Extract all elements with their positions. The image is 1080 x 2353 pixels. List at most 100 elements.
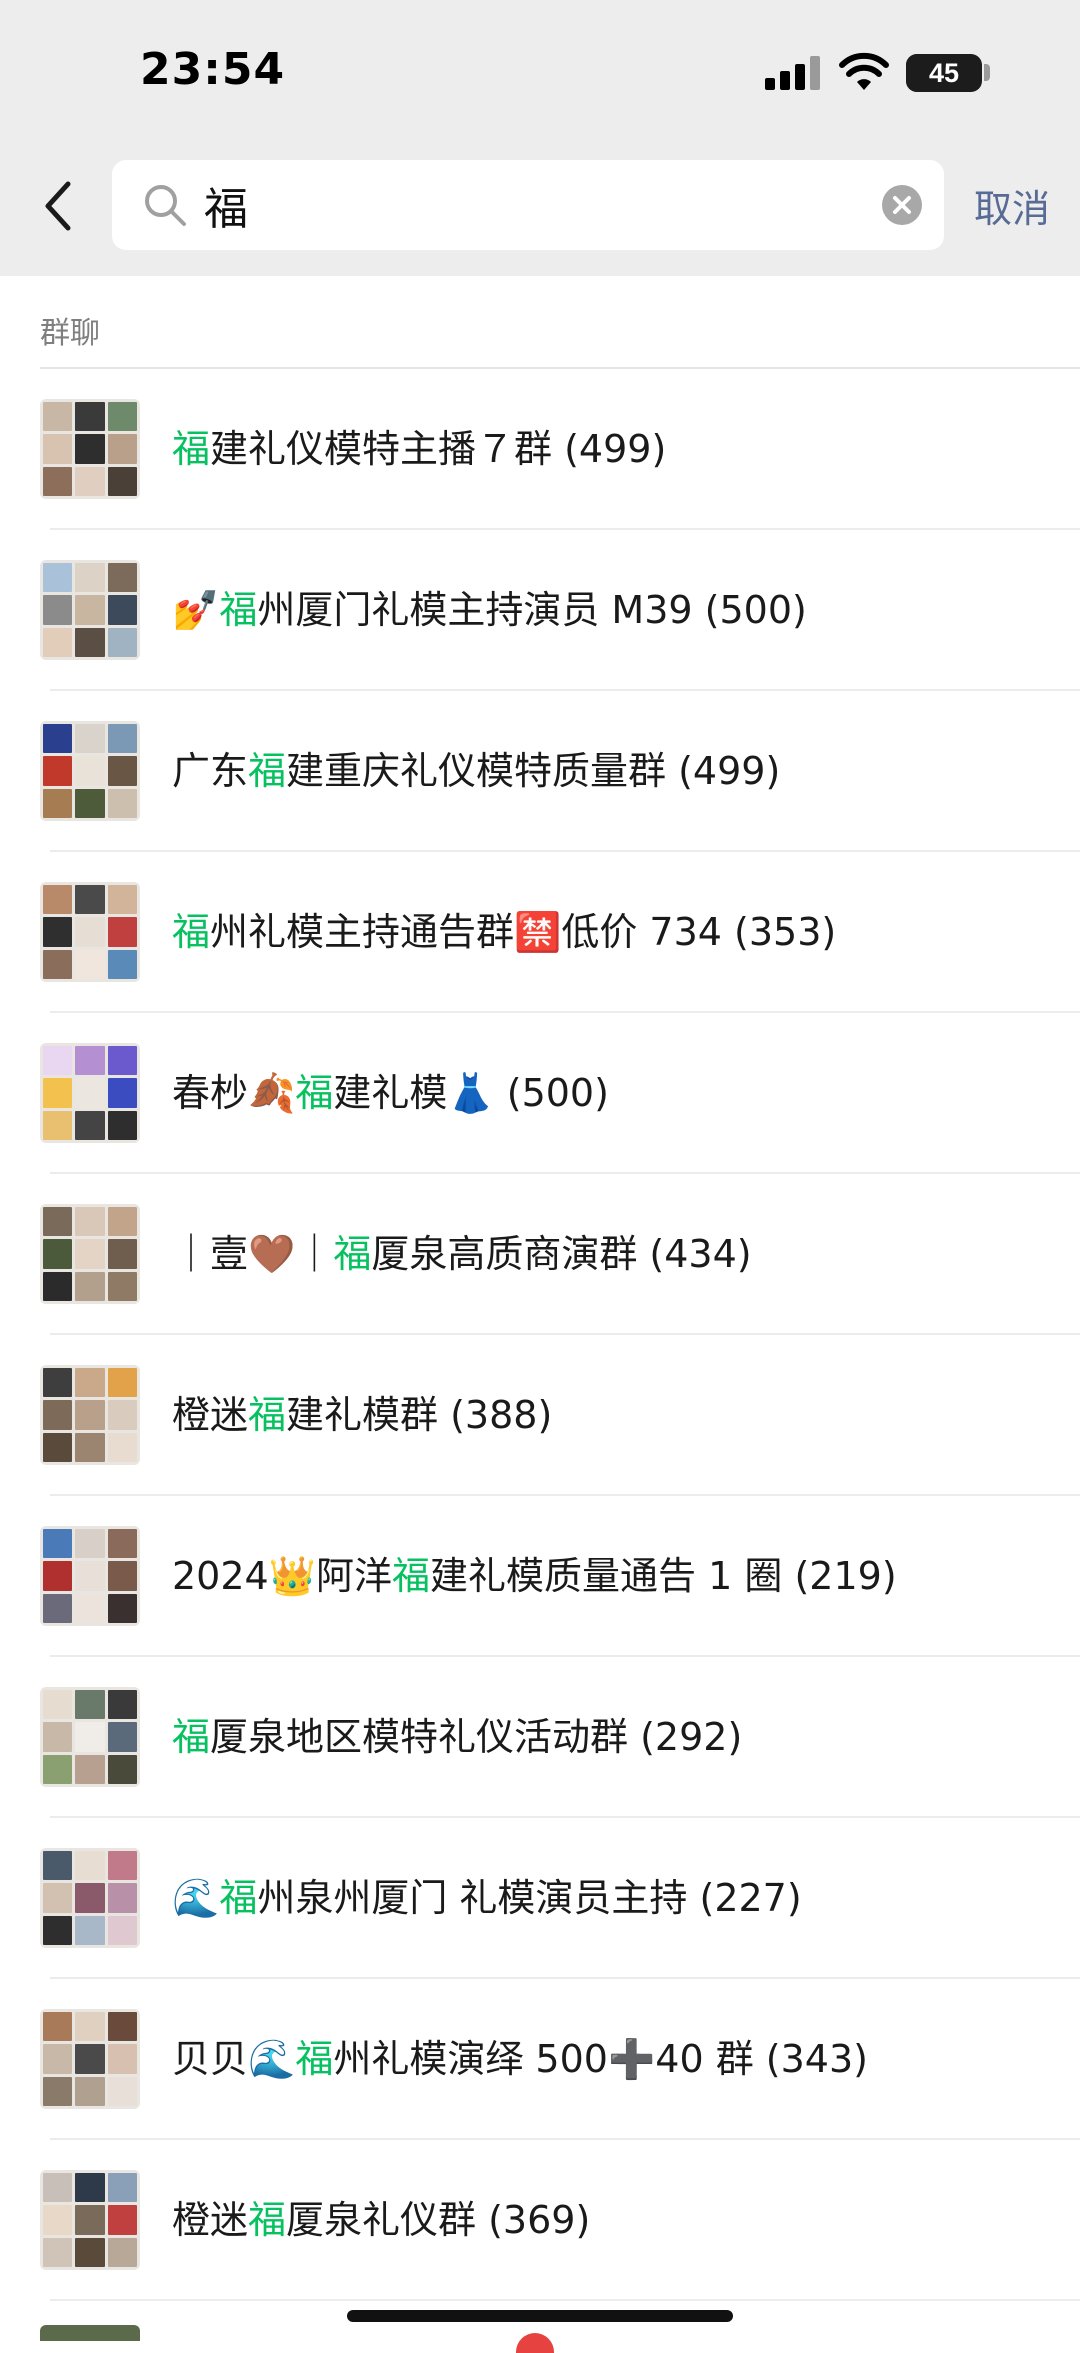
list-item[interactable]: ｜壹🤎｜福厦泉高质商演群 (434) [0,1174,1080,1335]
group-name: 橙迷福建礼模群 (388) [172,1335,552,1496]
search-match-highlight: 福 [219,1876,258,1920]
avatar-tile [75,885,105,915]
avatar-tile [43,2044,73,2074]
avatar-tile [43,1110,73,1140]
avatar-tile [107,1239,137,1269]
avatar-tile [107,1368,137,1398]
clear-search-button[interactable] [882,185,922,225]
list-item[interactable]: 💅福州厦门礼模主持演员 M39 (500) [0,530,1080,691]
search-input[interactable] [204,160,844,250]
avatar [40,1043,140,1143]
list-item[interactable]: 福厦泉地区模特礼仪活动群 (292) [0,1657,1080,1818]
avatar-tile [43,885,73,915]
avatar-tile [43,1529,73,1559]
avatar-tile [43,1883,73,1913]
group-name: 福厦泉地区模特礼仪活动群 (292) [172,1657,742,1818]
avatar-tile [75,434,105,464]
avatar-tile [43,595,73,625]
search-match-highlight: 福 [219,588,258,632]
group-name-suffix: 建重庆礼仪模特质量群 (499) [286,749,781,793]
avatar [40,882,140,982]
search-match-highlight: 福 [392,1554,431,1598]
avatar-tile [75,1690,105,1720]
group-name-prefix: 橙迷 [172,1393,249,1437]
avatar-tile [107,2237,137,2267]
avatar-tile [43,1432,73,1462]
avatar-tile [43,1593,73,1623]
avatar [40,721,140,821]
group-name: ｜壹🤎｜福厦泉高质商演群 (434) [172,1174,752,1335]
search-icon [145,185,186,226]
search-match-highlight: 福 [295,1071,334,1115]
avatar [40,1687,140,1787]
list-item[interactable]: 橙迷福厦泉礼仪群 (369) [0,2140,1080,2301]
avatar-tile [75,1851,105,1881]
group-name: 贝贝🌊福州礼模演绎 500➕40 群 (343) [172,1979,868,2140]
avatar-tile [43,917,73,947]
back-chevron-icon[interactable] [38,178,78,234]
avatar-tile [107,1046,137,1076]
avatar-tile [107,1722,137,1752]
list-item[interactable]: 🌊福州泉州厦门 礼模演员主持 (227) [0,1818,1080,1979]
avatar [40,1848,140,1948]
list-item[interactable]: 福州礼模主持通告群🈲低价 734 (353) [0,852,1080,1013]
avatar-tile [107,1851,137,1881]
avatar-tile [75,788,105,818]
cancel-button[interactable]: 取消 [974,178,1050,233]
avatar-tile [107,2173,137,2203]
avatar-tile [75,2173,105,2203]
avatar-tile [75,1110,105,1140]
avatar-tile [107,1529,137,1559]
group-name-suffix: 建礼模群 (388) [286,1393,553,1437]
group-name-suffix: 建礼模质量通告 1 圈 (219) [430,1554,897,1598]
avatar-tile [75,466,105,496]
group-name-prefix: 2024👑阿洋 [172,1554,393,1598]
group-name-suffix: 州泉州厦门 礼模演员主持 (227) [257,1876,802,1920]
avatar-tile [75,724,105,754]
avatar-tile [75,1883,105,1913]
list-item[interactable]: 2024👑阿洋福建礼模质量通告 1 圈 (219) [0,1496,1080,1657]
avatar-tile [43,1851,73,1881]
avatar-tile [43,1271,73,1301]
avatar-tile [43,627,73,657]
list-item[interactable]: 橙迷福建礼模群 (388) [0,1335,1080,1496]
avatar-tile [75,595,105,625]
avatar-tile [75,1271,105,1301]
avatar-tile [43,2205,73,2235]
group-name-suffix: 建礼模👗 (500) [333,1071,609,1115]
list-item[interactable]: 贝贝🌊福州礼模演绎 500➕40 群 (343) [0,1979,1080,2140]
list-item[interactable]: 广东福建重庆礼仪模特质量群 (499) [0,691,1080,852]
avatar-tile [75,1915,105,1945]
avatar-tile [43,724,73,754]
group-name: 广东福建重庆礼仪模特质量群 (499) [172,691,780,852]
list-item[interactable]: 福建礼仪模特主播７群 (499) [0,369,1080,530]
avatar-tile [43,1239,73,1269]
avatar [40,1204,140,1304]
group-name-suffix: 州礼模演绎 500➕40 群 (343) [333,2037,868,2081]
avatar-tile [75,1368,105,1398]
avatar-tile [75,1400,105,1430]
battery-icon: 45 [906,54,982,92]
list-item[interactable]: 春杪🍂福建礼模👗 (500) [0,1013,1080,1174]
avatar-tile [107,2205,137,2235]
avatar-tile [75,2076,105,2106]
search-bar[interactable] [112,160,944,250]
group-name-suffix: 州礼模主持通告群🈲低价 734 (353) [210,910,837,954]
avatar-tile [43,466,73,496]
avatar-tile [43,1561,73,1591]
group-name-prefix: 春杪🍂 [172,1071,296,1115]
avatar-tile [107,563,137,593]
close-icon [893,196,911,214]
avatar-tile [43,756,73,786]
group-name-suffix: 厦泉高质商演群 (434) [371,1232,752,1276]
avatar-tile [43,2012,73,2042]
group-name-prefix: 橙迷 [172,2198,249,2242]
avatar-tile [107,1400,137,1430]
avatar-tile [75,1561,105,1591]
home-indicator[interactable] [347,2310,733,2322]
wifi-icon [839,52,889,90]
avatar-tile [107,724,137,754]
cellular-signal-icon [765,56,821,90]
avatar-tile [107,917,137,947]
avatar [40,1365,140,1465]
